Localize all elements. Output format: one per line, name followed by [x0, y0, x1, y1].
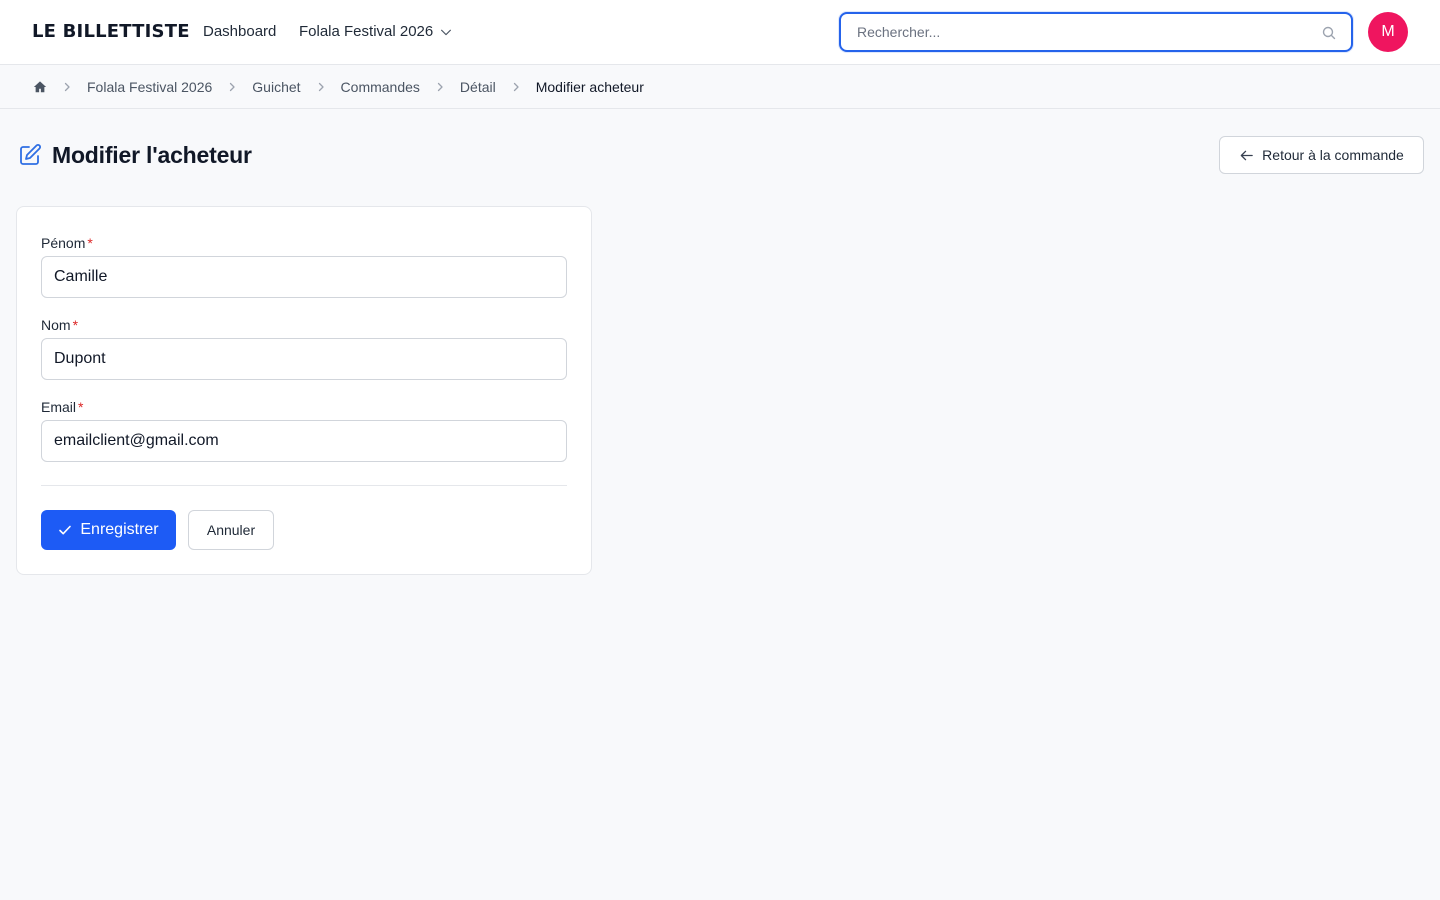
buyer-form-card: Pénom* Nom* Email* Enregistrer Annuler [16, 206, 592, 575]
form-divider [41, 485, 567, 486]
nav-event-dropdown[interactable]: Folala Festival 2026 [299, 22, 453, 42]
save-button-label: Enregistrer [80, 521, 159, 538]
required-marker: * [87, 235, 93, 251]
page-title: Modifier l'acheteur [52, 142, 252, 168]
brand-logo[interactable]: LE BILLETTISTE [32, 20, 190, 44]
chevron-right-icon [513, 82, 519, 92]
chevron-right-icon [318, 82, 324, 92]
breadcrumb-item-commandes[interactable]: Commandes [341, 77, 420, 97]
cancel-button[interactable]: Annuler [188, 510, 274, 550]
firstname-field[interactable] [41, 256, 567, 298]
back-button-label: Retour à la commande [1262, 147, 1404, 163]
home-icon[interactable] [33, 80, 47, 94]
chevron-right-icon [437, 82, 443, 92]
chevron-down-icon [441, 29, 452, 36]
top-navbar: LE BILLETTISTE Dashboard Folala Festival… [0, 0, 1440, 65]
lastname-label: Nom * [41, 317, 79, 333]
nav-event-label: Folala Festival 2026 [299, 23, 434, 40]
chevron-right-icon [230, 82, 235, 92]
page-header: Modifier l'acheteur [18, 141, 252, 169]
edit-icon [20, 144, 41, 165]
user-avatar[interactable]: M [1368, 12, 1408, 52]
email-label: Email * [41, 399, 84, 415]
required-marker: * [78, 399, 84, 415]
back-to-order-button[interactable]: Retour à la commande [1219, 136, 1424, 174]
save-button[interactable]: Enregistrer [41, 510, 176, 550]
lastname-field[interactable] [41, 338, 567, 380]
check-icon [59, 525, 72, 535]
required-marker: * [72, 317, 79, 333]
breadcrumb-item-event[interactable]: Folala Festival 2026 [87, 77, 212, 97]
search-icon[interactable] [1321, 25, 1337, 41]
chevron-right-icon [64, 82, 70, 92]
breadcrumb: Folala Festival 2026 Guichet Commandes D… [0, 65, 1440, 109]
breadcrumb-current: Modifier acheteur [535, 79, 644, 95]
nav-dashboard-link[interactable]: Dashboard [203, 22, 276, 42]
arrow-left-icon [1240, 150, 1253, 160]
firstname-label: Pénom * [41, 235, 93, 251]
search-input[interactable] [841, 14, 1351, 50]
breadcrumb-item-guichet[interactable]: Guichet [252, 77, 300, 97]
breadcrumb-item-detail[interactable]: Détail [460, 77, 496, 97]
email-field[interactable] [41, 420, 567, 462]
search-box [839, 12, 1353, 52]
